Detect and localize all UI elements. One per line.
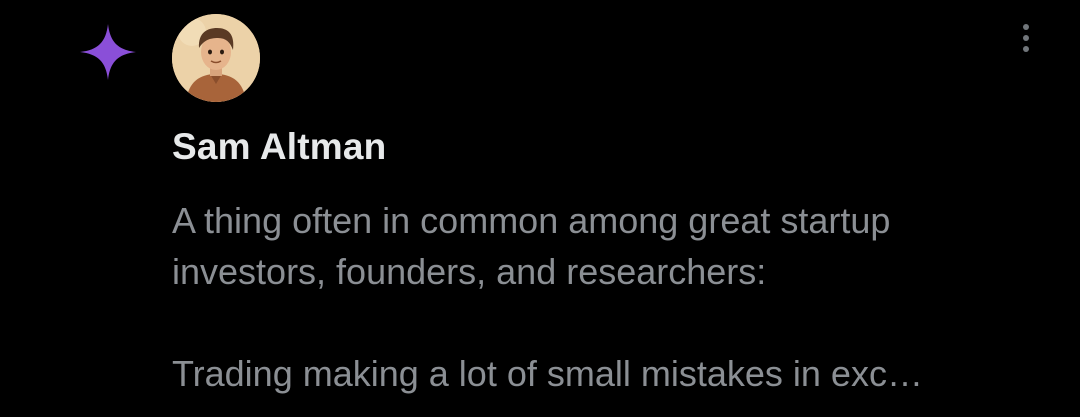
post-text-line: investors, founders, and researchers: (172, 251, 767, 292)
author-name[interactable]: Sam Altman (172, 126, 386, 168)
post-card[interactable]: Sam Altman A thing often in common among… (0, 0, 1080, 417)
post-text-line: A thing often in common among great star… (172, 200, 891, 241)
post-text[interactable]: A thing often in common among great star… (172, 195, 1052, 399)
post-text-line: Trading making a lot of small mistakes i… (172, 353, 923, 394)
avatar[interactable] (172, 14, 260, 102)
sparkle-icon (76, 20, 140, 84)
more-options-button[interactable] (1014, 18, 1038, 58)
post-text-line (172, 297, 1052, 348)
more-vertical-icon (1023, 24, 1029, 30)
